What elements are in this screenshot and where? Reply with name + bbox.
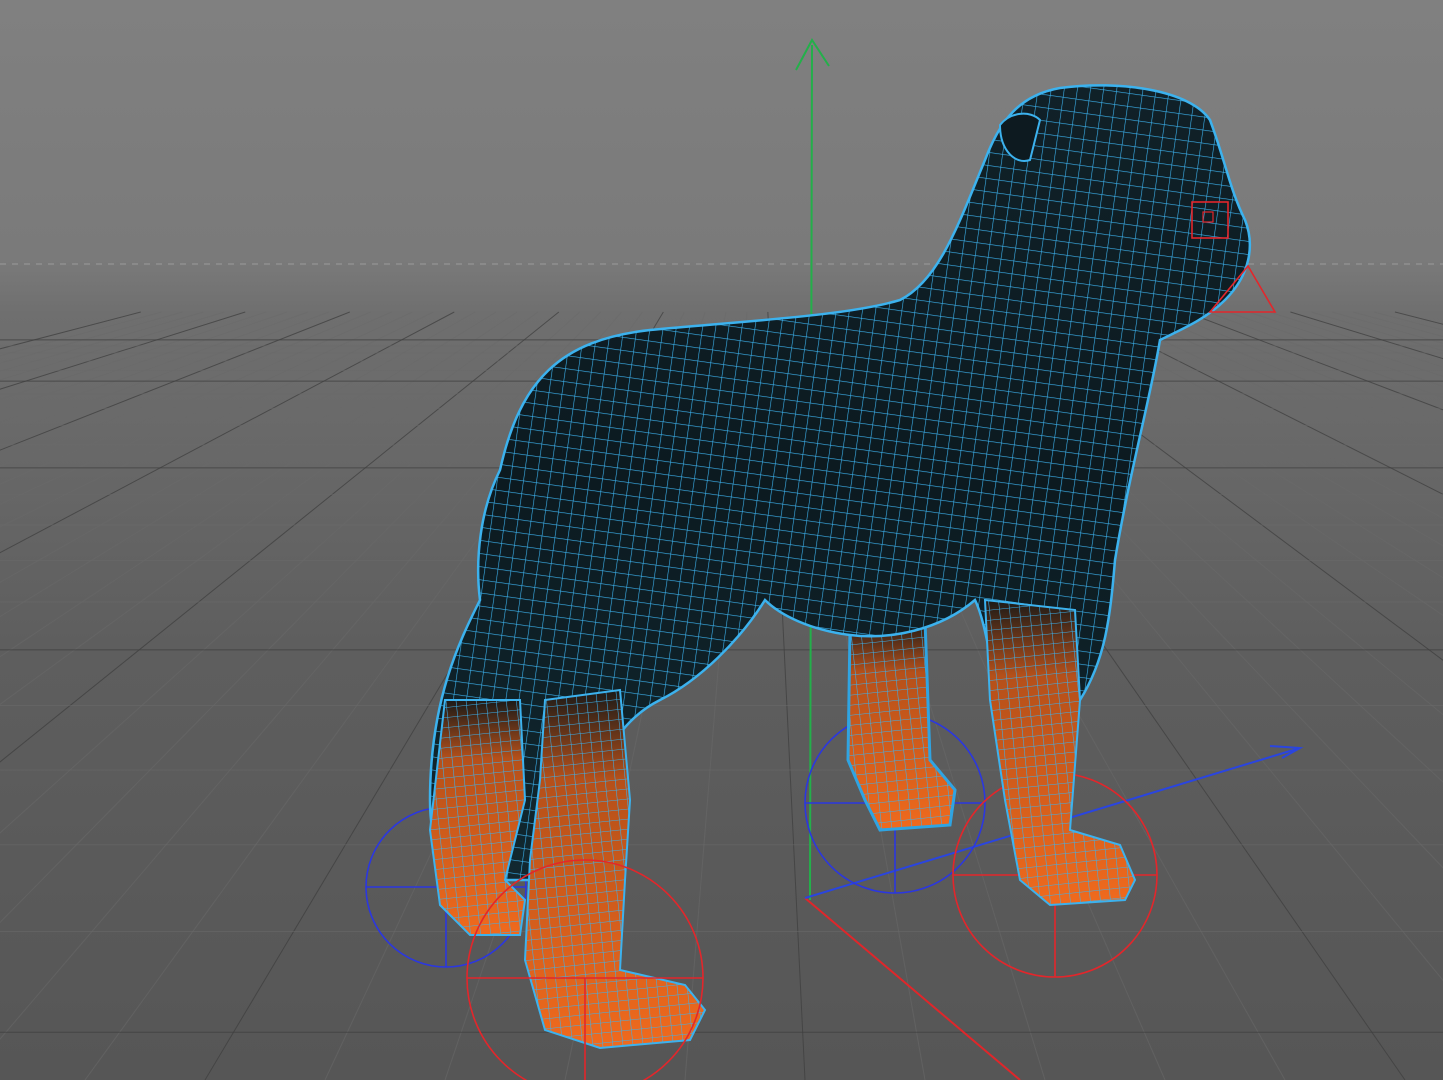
grid-line (0, 311, 267, 400)
grid-line (1164, 311, 1443, 424)
axis-x-line (804, 897, 1021, 1080)
grid-line (0, 311, 413, 505)
grid-line (0, 311, 371, 467)
grid-line (1352, 311, 1443, 338)
grid-line (0, 311, 162, 357)
grid-line (0, 311, 455, 554)
grid-line (1394, 311, 1443, 325)
grid-line (0, 311, 309, 423)
viewport-scene[interactable] (0, 0, 1443, 1080)
grid-line (0, 311, 497, 618)
grid-line (1332, 311, 1443, 344)
grid-line (0, 311, 225, 381)
grid-line (1102, 311, 1443, 474)
grid-line (0, 311, 434, 528)
grid-line (1122, 311, 1443, 456)
grid-line (0, 311, 350, 451)
grid-line (1185, 311, 1443, 411)
grid-line (1373, 311, 1443, 331)
grid-line (1143, 311, 1443, 439)
grid-line (0, 311, 246, 390)
grid-line (0, 311, 288, 411)
dog-mesh[interactable] (428, 84, 1252, 1050)
grid-line (0, 311, 204, 372)
3d-viewport[interactable] (0, 0, 1443, 1080)
grid-line (0, 311, 183, 364)
grid-line (1311, 311, 1443, 352)
grid-line (0, 311, 518, 658)
grid-line (1227, 311, 1443, 388)
